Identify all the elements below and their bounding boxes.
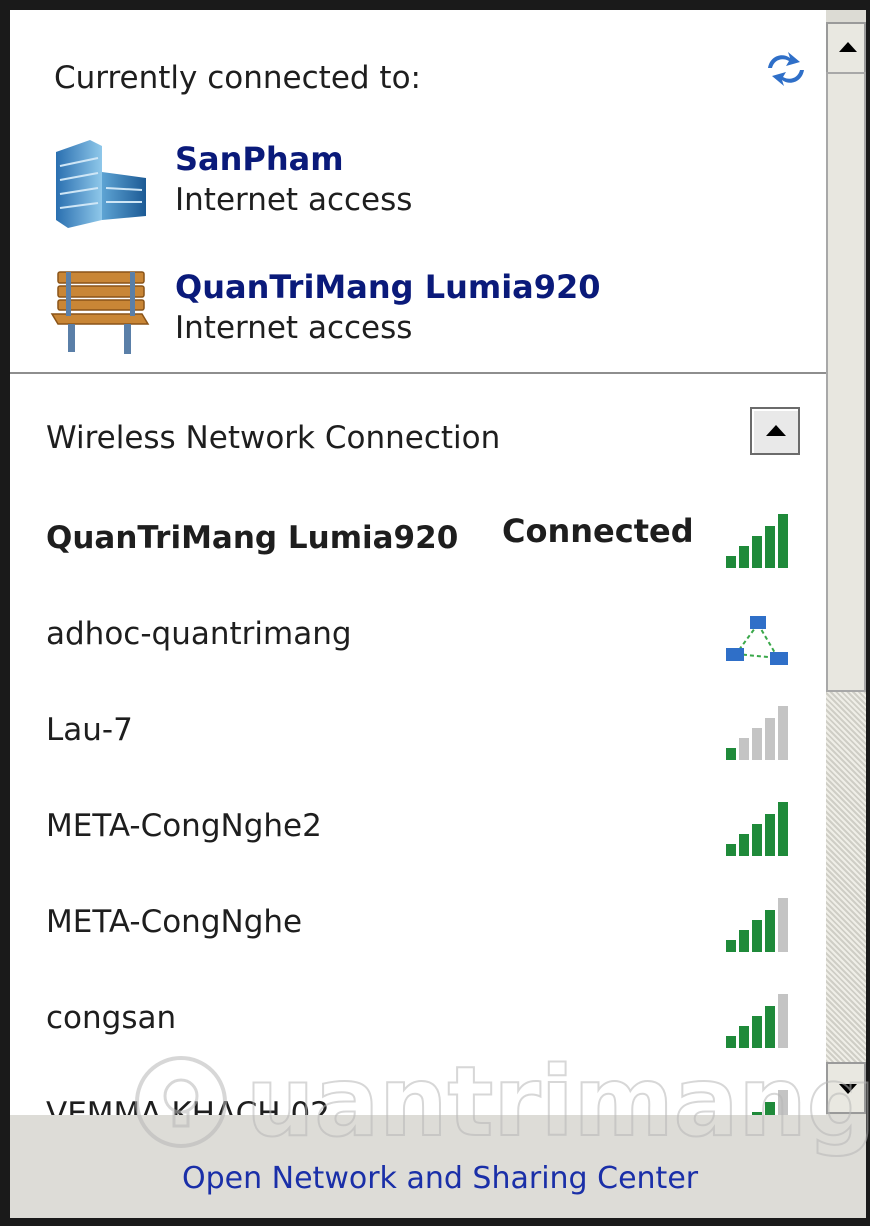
signal-bar <box>765 1006 775 1048</box>
footer-bar: Open Network and Sharing Center <box>10 1115 866 1218</box>
scrollbar[interactable] <box>826 10 866 1115</box>
signal-bars-icon <box>726 994 788 1048</box>
signal-bars-icon <box>726 514 788 568</box>
network-name: Lau-7 <box>46 712 133 748</box>
signal-bar <box>765 814 775 856</box>
network-name: congsan <box>46 1000 177 1036</box>
signal-bar <box>752 920 762 952</box>
signal-bar <box>739 1026 749 1048</box>
connection-status: Internet access <box>175 310 413 346</box>
currently-connected-title: Currently connected to: <box>54 60 421 96</box>
network-item-congsan[interactable]: congsan <box>46 990 806 1060</box>
network-item-lau-7[interactable]: Lau-7 <box>46 702 806 772</box>
network-name: META-CongNghe2 <box>46 808 322 844</box>
signal-bar <box>765 1102 775 1115</box>
open-network-sharing-center-link[interactable]: Open Network and Sharing Center <box>182 1161 698 1196</box>
network-name: META-CongNghe <box>46 904 303 940</box>
network-item-meta-congnghe2[interactable]: META-CongNghe2 <box>46 798 806 868</box>
signal-bar <box>739 930 749 952</box>
network-name: QuanTriMang Lumia920 <box>46 520 459 556</box>
connection-name: SanPham <box>175 140 344 178</box>
window-frame-bottom <box>0 1218 870 1226</box>
signal-bar <box>752 824 762 856</box>
window-frame-left <box>0 0 10 1226</box>
signal-bar <box>778 514 788 568</box>
network-status: Connected <box>502 512 694 550</box>
scroll-down-button[interactable] <box>826 1062 866 1114</box>
connection-status: Internet access <box>175 182 413 218</box>
section-divider <box>10 372 826 374</box>
chevron-up-icon <box>766 425 786 436</box>
signal-bar <box>739 546 749 568</box>
wireless-section-title: Wireless Network Connection <box>46 420 501 456</box>
network-item-quantrimang-lumia920[interactable]: QuanTriMang Lumia920 Connected <box>46 510 806 580</box>
arrow-up-icon <box>839 42 857 52</box>
refresh-icon[interactable] <box>762 48 810 90</box>
signal-bar <box>739 834 749 856</box>
network-name: adhoc-quantrimang <box>46 616 352 652</box>
signal-bar <box>778 898 788 952</box>
connection-sanpham[interactable]: SanPham Internet access <box>50 136 810 236</box>
network-item-adhoc-quantrimang[interactable]: adhoc-quantrimang <box>46 606 806 676</box>
signal-bar <box>726 1036 736 1048</box>
signal-bar <box>726 940 736 952</box>
signal-bars-icon <box>752 1090 788 1115</box>
collapse-section-button[interactable] <box>750 407 800 455</box>
signal-bar <box>778 802 788 856</box>
network-item-meta-congnghe[interactable]: META-CongNghe <box>46 894 806 964</box>
connection-name: QuanTriMang Lumia920 <box>175 268 601 306</box>
arrow-down-icon <box>839 1084 857 1094</box>
signal-bar <box>765 718 775 760</box>
signal-bar <box>726 556 736 568</box>
signal-bar <box>726 748 736 760</box>
network-flyout-panel: Currently connected to: SanPham Internet… <box>10 10 826 1115</box>
signal-bar <box>752 728 762 760</box>
signal-bar <box>739 738 749 760</box>
signal-bar <box>752 1016 762 1048</box>
scrollbar-thumb[interactable] <box>826 72 866 692</box>
window-frame-right <box>866 0 870 1226</box>
network-item-vemma-khach-02[interactable]: VEMMA KHACH 02 <box>46 1086 806 1115</box>
office-building-icon <box>56 140 146 228</box>
signal-bar <box>752 536 762 568</box>
adhoc-network-icon <box>726 616 788 665</box>
signal-bar <box>765 910 775 952</box>
window-frame-top <box>0 0 870 10</box>
signal-bars-icon <box>726 802 788 856</box>
park-bench-icon <box>50 271 150 354</box>
signal-bar <box>778 994 788 1048</box>
network-name: VEMMA KHACH 02 <box>46 1096 330 1115</box>
signal-bar <box>778 706 788 760</box>
connection-quantrimang-lumia920[interactable]: QuanTriMang Lumia920 Internet access <box>50 264 810 364</box>
signal-bars-icon <box>726 898 788 952</box>
scroll-up-button[interactable] <box>826 22 866 74</box>
signal-bar <box>726 844 736 856</box>
scrollbar-track[interactable] <box>826 692 866 1062</box>
signal-bar <box>765 526 775 568</box>
signal-bars-icon <box>726 706 788 760</box>
signal-bar <box>778 1090 788 1115</box>
